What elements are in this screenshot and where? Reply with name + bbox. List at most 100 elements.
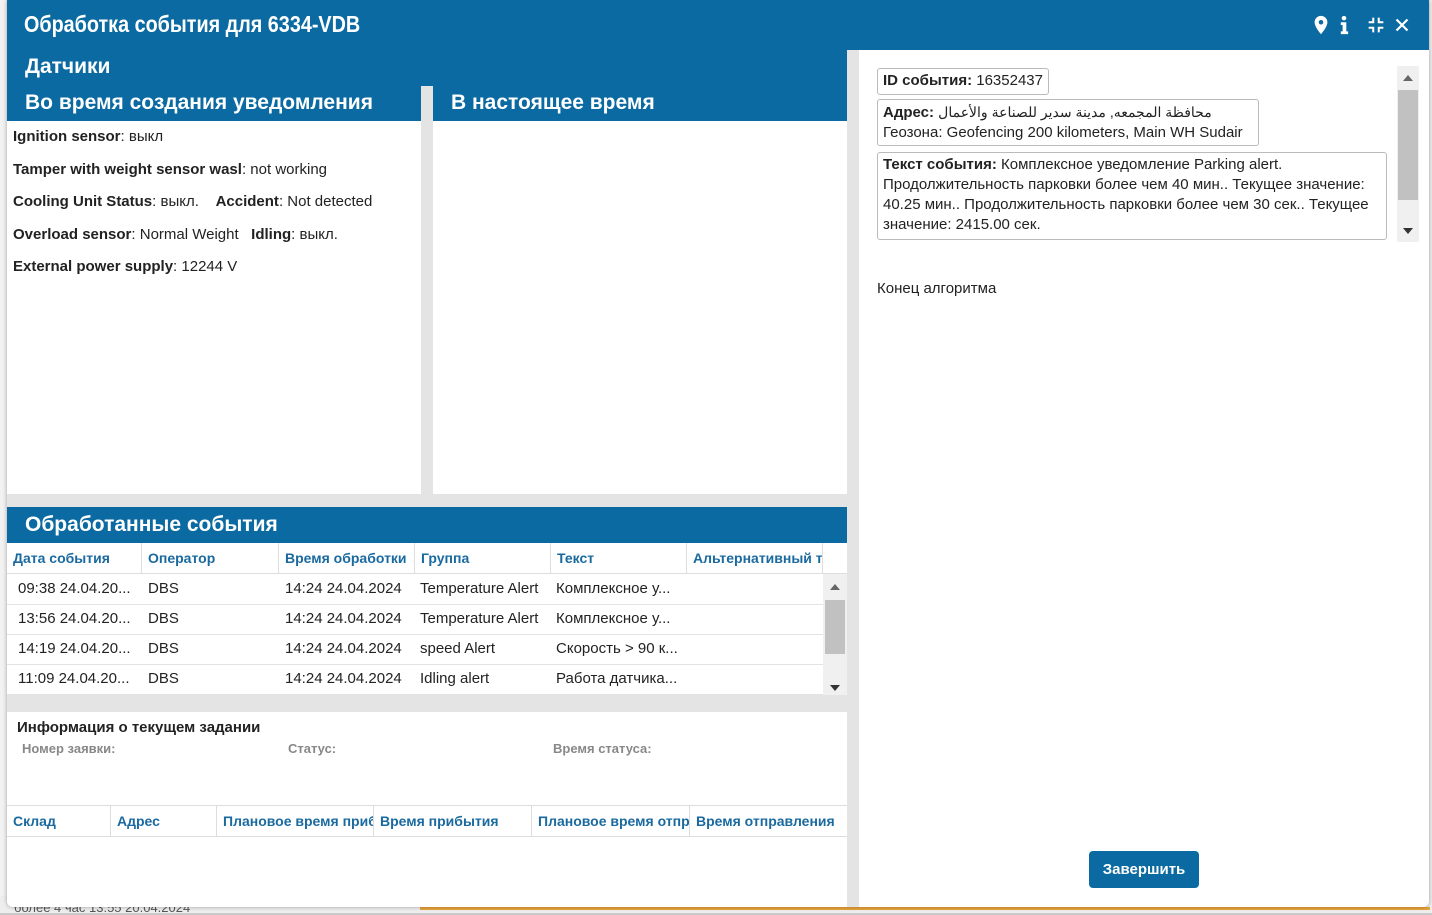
scroll-down-icon[interactable] <box>1403 228 1413 234</box>
column-header-group[interactable]: Группа <box>415 543 551 573</box>
event-info-area: ID события: 16352437 Адрес: محافظة المجم… <box>871 64 1419 244</box>
current-task-info: Информация о текущем задании Номер заявк… <box>7 712 847 907</box>
finish-button[interactable]: Завершить <box>1089 851 1199 888</box>
sensor-label: Overload sensor <box>13 226 132 243</box>
table-row[interactable]: 11:09 24.04.20... DBS 14:24 24.04.2024 I… <box>7 664 823 695</box>
scrollbar-thumb[interactable] <box>1398 90 1418 200</box>
sensor-line: Overload sensor: Normal Weight Idling: в… <box>13 226 338 243</box>
map-pin-icon[interactable] <box>1310 14 1332 36</box>
cell-processing-time: 14:24 24.04.2024 <box>285 610 402 627</box>
table-row[interactable]: 14:19 24.04.20... DBS 14:24 24.04.2024 s… <box>7 634 823 665</box>
sensor-value: not working <box>250 161 328 178</box>
event-processing-dialog: Обработка события для 6334-VDB Датчики В… <box>7 0 1429 907</box>
status-time-label: Время статуса: <box>553 741 652 756</box>
cell-event-date: 14:19 24.04.20... <box>18 640 131 657</box>
events-scrollbar[interactable] <box>823 574 847 695</box>
cell-event-date: 11:09 24.04.20... <box>18 670 130 687</box>
algorithm-end-text: Конец алгоритма <box>877 280 997 297</box>
now-title: В настоящее время <box>451 91 655 114</box>
cell-text: Комплексное у... <box>556 580 671 597</box>
left-panel: Датчики Во время создания уведомления В … <box>7 50 847 907</box>
event-id-box: ID события: 16352437 <box>877 68 1049 95</box>
scroll-up-icon[interactable] <box>1403 75 1413 81</box>
cell-operator: DBS <box>148 670 179 687</box>
cell-processing-time: 14:24 24.04.2024 <box>285 580 402 597</box>
address-value: محافظة المجمعه, مدينة سدير للصناعة والأع… <box>938 104 1212 120</box>
column-header-arrival[interactable]: Время прибытия <box>374 806 532 836</box>
table-row[interactable]: 09:38 24.04.20... DBS 14:24 24.04.2024 T… <box>7 574 823 605</box>
cell-group: Temperature Alert <box>420 580 539 597</box>
event-address-box: Адрес: محافظة المجمعه, مدينة سدير للصناع… <box>877 99 1259 146</box>
event-id-label: ID события: <box>883 72 973 89</box>
cell-operator: DBS <box>148 580 179 597</box>
geozone-line: Геозона: Geofencing 200 kilometers, Main… <box>883 124 1243 141</box>
column-header-processing-time[interactable]: Время обработки <box>279 543 415 573</box>
column-header-planned-departure[interactable]: Плановое время отпр <box>532 806 690 836</box>
cell-event-date: 13:56 24.04.20... <box>18 610 131 627</box>
sensor-label: Accident <box>215 193 279 210</box>
column-header-operator[interactable]: Оператор <box>142 543 279 573</box>
sensor-value: выкл. <box>299 226 338 243</box>
column-header-alt-text[interactable]: Альтернативный те <box>687 543 823 573</box>
sensors-at-creation: Ignition sensor: выкл Tamper with weight… <box>7 121 421 494</box>
event-text-label: Текст события: <box>883 156 997 173</box>
sensor-value: выкл <box>128 128 164 145</box>
request-number-label: Номер заявки: <box>22 741 116 756</box>
address-label: Адрес: <box>883 104 934 121</box>
cell-event-date: 09:38 24.04.20... <box>18 580 131 597</box>
cell-processing-time: 14:24 24.04.2024 <box>285 640 402 657</box>
sensor-line: External power supply: 12244 V <box>13 258 238 275</box>
column-header-text[interactable]: Текст <box>551 543 687 573</box>
sensor-value: выкл. <box>160 193 199 210</box>
close-icon[interactable] <box>1391 14 1413 36</box>
info-icon[interactable] <box>1333 14 1355 36</box>
sensor-value: Not detected <box>287 193 373 210</box>
cell-processing-time: 14:24 24.04.2024 <box>285 670 402 687</box>
processed-events-title: Обработанные события <box>25 513 278 536</box>
sensor-label: Cooling Unit Status <box>13 193 153 210</box>
cell-text: Комплексное у... <box>556 610 671 627</box>
right-panel: ID события: 16352437 Адрес: محافظة المجم… <box>859 50 1429 907</box>
event-info-scrollbar[interactable] <box>1397 66 1419 242</box>
column-header-address[interactable]: Адрес <box>111 806 217 836</box>
scroll-up-icon[interactable] <box>830 584 840 590</box>
table-row[interactable]: 13:56 24.04.20... DBS 14:24 24.04.2024 T… <box>7 604 823 635</box>
column-header-warehouse[interactable]: Склад <box>7 806 111 836</box>
scrollbar-thumb[interactable] <box>825 600 845 654</box>
cell-text: Скорость > 90 к... <box>556 640 678 657</box>
sensor-line: Ignition sensor: выкл <box>13 128 164 145</box>
cell-group: speed Alert <box>420 640 496 657</box>
at-creation-title: Во время создания уведомления <box>25 91 373 114</box>
processed-events-table: Дата события Оператор Время обработки Гр… <box>7 543 847 695</box>
event-id-value: 16352437 <box>972 72 1043 89</box>
cell-text: Работа датчика... <box>556 670 678 687</box>
sensor-value: 12244 V <box>181 258 238 275</box>
column-separator <box>421 86 433 496</box>
dialog-titlebar: Обработка события для 6334-VDB <box>7 0 1429 50</box>
background-accent-line <box>420 907 1430 910</box>
column-header-planned-arrival[interactable]: Плановое время приб <box>217 806 374 836</box>
column-header-event-date[interactable]: Дата события <box>7 543 142 573</box>
collapse-icon[interactable] <box>1365 14 1387 36</box>
sensor-label: Tamper with weight sensor wasl <box>13 161 242 178</box>
scroll-down-icon[interactable] <box>830 685 840 691</box>
cell-group: Temperature Alert <box>420 610 539 627</box>
cell-group: Idling alert <box>420 670 490 687</box>
sensors-now <box>433 121 847 494</box>
processed-events-header: Обработанные события <box>7 507 847 543</box>
task-table-header: Склад Адрес Плановое время приб Время пр… <box>7 805 847 837</box>
sensors-title: Датчики <box>25 55 111 78</box>
sensor-value: Normal Weight <box>139 226 239 243</box>
sensor-line: Cooling Unit Status: выкл. Accident: Not… <box>13 193 373 210</box>
cell-operator: DBS <box>148 610 179 627</box>
sensor-line: Tamper with weight sensor wasl: not work… <box>13 161 328 178</box>
column-header-departure[interactable]: Время отправления <box>690 806 847 836</box>
sensor-label: Idling <box>251 226 292 243</box>
sensor-label: External power supply <box>13 258 174 275</box>
table-header: Дата события Оператор Время обработки Гр… <box>7 543 847 574</box>
task-title: Информация о текущем задании <box>17 719 261 736</box>
sensor-label: Ignition sensor <box>13 128 121 145</box>
status-label: Статус: <box>288 741 337 756</box>
cell-operator: DBS <box>148 640 179 657</box>
dialog-title: Обработка события для 6334-VDB <box>24 11 361 37</box>
